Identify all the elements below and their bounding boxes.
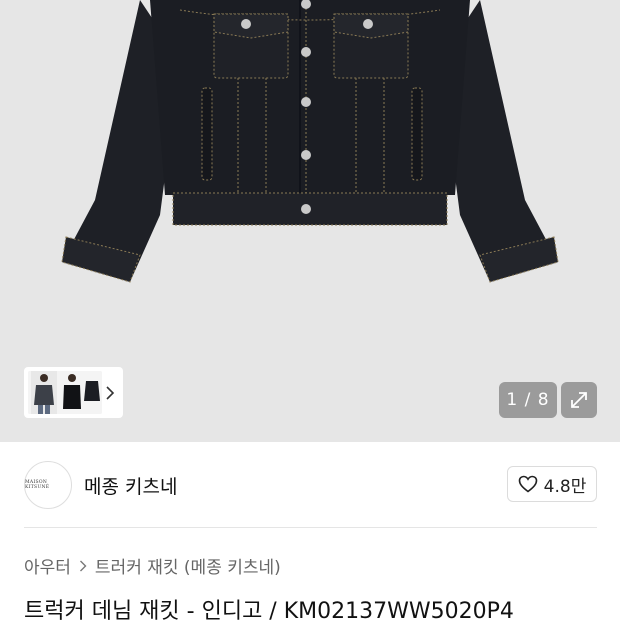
brand-name[interactable]: 메종 키츠네	[84, 472, 177, 499]
expand-button[interactable]	[561, 382, 597, 418]
heart-outline-icon	[518, 475, 537, 493]
chevron-right-icon	[79, 560, 87, 571]
like-count: 4.8만	[543, 476, 587, 497]
breadcrumb-item-category[interactable]: 아우터	[24, 553, 71, 578]
brand-row: MAISON KITSUNÉ 메종 키츠네 4.8만	[0, 442, 620, 528]
brand-logo-text: MAISON KITSUNÉ	[25, 480, 50, 490]
thumbnail-image[interactable]	[28, 371, 102, 414]
product-title: 트럭커 데님 재킷 - 인디고 / KM02137WW5020P4	[24, 599, 514, 620]
brand-logo[interactable]: MAISON KITSUNÉ	[24, 461, 72, 509]
expand-arrows-icon	[571, 392, 587, 408]
thumbnail-strip[interactable]	[24, 367, 123, 418]
image-counter: 1 / 8	[499, 382, 557, 418]
breadcrumb: 아우터 트러커 재킷 (메종 키츠네)	[24, 553, 281, 578]
divider	[24, 527, 597, 528]
breadcrumb-item-subcategory[interactable]: 트러커 재킷 (메종 키츠네)	[95, 553, 281, 578]
like-button[interactable]: 4.8만	[507, 466, 597, 502]
product-image-gallery[interactable]: 1 / 8	[0, 0, 620, 442]
chevron-right-icon[interactable]	[102, 371, 119, 414]
